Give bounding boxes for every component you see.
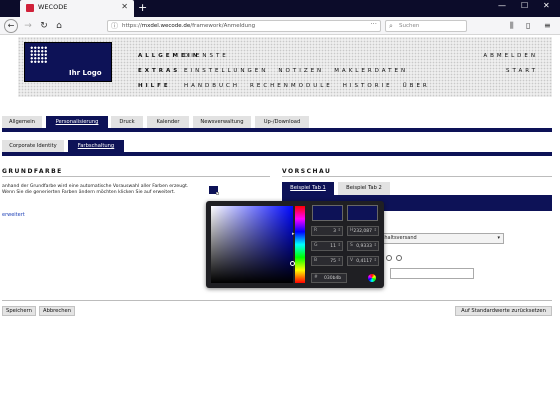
reset-defaults-button[interactable]: Auf Standardwerte zurücksetzen	[455, 306, 552, 316]
preview-select[interactable]: ...shaltsversand ▾	[372, 233, 504, 244]
library-icon[interactable]: ⫼	[510, 21, 514, 31]
preview-radio-2[interactable]	[396, 255, 402, 261]
section-title-grundfarbe: GRUNDFARBE	[2, 168, 63, 175]
red-field[interactable]: R 3 ⇕	[311, 226, 343, 236]
menu-row-extras: EXTRAS EINSTELLUNGEN NOTIZEN MAKLERDATEN	[138, 68, 418, 74]
value-field[interactable]: V 0,4117 ⇕	[347, 256, 379, 266]
spinner-icon[interactable]: ⇕	[338, 227, 341, 232]
chevron-down-icon: ▾	[497, 235, 500, 241]
menu-item-start[interactable]: START	[506, 68, 538, 74]
menu-item-dienste[interactable]: DIENSTE	[184, 53, 229, 59]
blue-field[interactable]: B 75 ⇕	[311, 256, 343, 266]
page-actions-icon[interactable]: ···	[370, 20, 377, 28]
new-tab-icon[interactable]: +	[138, 1, 147, 14]
menu-row-allgemein: ALLGEMEINDIENSTE	[138, 53, 239, 59]
forward-icon[interactable]: →	[21, 19, 35, 33]
search-placeholder: Suchen	[399, 23, 420, 29]
menu-item-abmelden[interactable]: ABMELDEN	[483, 53, 538, 59]
tab-title: WECODE	[38, 3, 68, 11]
tab-corporate-identity[interactable]: Corporate Identity	[2, 140, 64, 152]
search-bar[interactable]: ⌕ Suchen	[385, 20, 467, 32]
menu-item-handbuch[interactable]: HANDBUCH	[184, 83, 240, 89]
menu-item-historie[interactable]: HISTORIE	[343, 83, 393, 89]
subtabs-divider	[2, 152, 552, 156]
menu-item-maklerdaten[interactable]: MAKLERDATEN	[334, 68, 408, 74]
reload-icon[interactable]: ↻	[37, 19, 51, 33]
menu-row-hilfe: HILFE HANDBUCH RECHENMODULE HISTORIE ÜBER	[138, 83, 440, 89]
site-favicon-icon	[26, 4, 34, 12]
back-icon[interactable]: ←	[4, 19, 18, 33]
hash-icon: #	[314, 275, 318, 280]
minimize-icon[interactable]: —	[498, 1, 506, 10]
saturation-value-area[interactable]	[211, 206, 295, 283]
tab-up-download[interactable]: Up-/Download	[255, 116, 309, 128]
save-button[interactable]: Speichern	[2, 306, 36, 316]
sidebar-icon[interactable]: ▯	[526, 21, 530, 30]
section-divider	[2, 176, 270, 177]
preview-radio-1[interactable]	[386, 255, 392, 261]
tab-allgemein[interactable]: Allgemein	[2, 116, 42, 128]
menu-item-notizen[interactable]: NOTIZEN	[278, 68, 324, 74]
grundfarbe-description: anhand der Grundfarbe wird eine automati…	[2, 184, 189, 195]
spinner-icon[interactable]: ⇕	[338, 257, 341, 262]
preview-tab-1[interactable]: Beispiel Tab 1	[282, 182, 334, 195]
tab-druck[interactable]: Druck	[111, 116, 143, 128]
site-header: Ihr Logo ALLGEMEINDIENSTE ABMELDEN EXTRA…	[18, 37, 552, 97]
saturation-field[interactable]: S 0,9333 ⇕	[347, 241, 379, 251]
url-bar[interactable]: ⓘ https://mxdel.wecode.de/framework/Anme…	[107, 20, 381, 32]
hex-field[interactable]: # 030b4b	[311, 273, 347, 283]
tabs-divider	[2, 128, 552, 132]
menu-item-rechenmodule[interactable]: RECHENMODULE	[250, 83, 333, 89]
hue-slider[interactable]	[295, 206, 305, 283]
maximize-icon[interactable]: ☐	[521, 1, 528, 10]
browser-nav-bar: ← → ↻ ⌂ ⓘ https://mxdel.wecode.de/framew…	[0, 17, 560, 35]
cancel-button[interactable]: Abbrechen	[39, 306, 75, 316]
menu-label: EXTRAS	[138, 68, 181, 74]
company-logo[interactable]: Ihr Logo	[24, 42, 112, 82]
tab-newsverwaltung[interactable]: Newsverwaltung	[193, 116, 251, 128]
info-icon[interactable]: ⓘ	[111, 21, 118, 32]
home-icon[interactable]: ⌂	[52, 19, 66, 33]
close-tab-icon[interactable]: ✕	[121, 2, 128, 11]
close-window-icon[interactable]: ✕	[543, 1, 550, 10]
advanced-link[interactable]: erweitert	[2, 212, 25, 218]
color-picker-popup: ▸ R 3 ⇕ G 11 ⇕ B 75 ⇕ H 232,087 ⇕ S 0,9333 ⇕ V 0,41…	[206, 201, 384, 288]
color-swatch-handle[interactable]	[216, 192, 219, 195]
spinner-icon[interactable]: ⇕	[338, 242, 341, 247]
tab-personalisierung[interactable]: Personalisierung	[46, 116, 108, 128]
spinner-icon[interactable]: ⇕	[374, 227, 377, 232]
hue-marker-icon[interactable]: ▸	[292, 231, 295, 237]
browser-tab-bar: WECODE ✕ + — ☐ ✕	[0, 0, 560, 17]
hue-field[interactable]: H 232,087 ⇕	[347, 226, 379, 236]
logo-grid-icon	[30, 46, 48, 64]
menu-item-ueber[interactable]: ÜBER	[403, 83, 430, 89]
url-text: https://mxdel.wecode.de/framework/Anmeld…	[122, 23, 256, 29]
tab-kalender[interactable]: Kalender	[147, 116, 189, 128]
footer-divider	[2, 300, 552, 301]
spinner-icon[interactable]: ⇕	[374, 257, 377, 262]
green-field[interactable]: G 11 ⇕	[311, 241, 343, 251]
menu-icon[interactable]: ≡	[544, 21, 551, 30]
logo-text: Ihr Logo	[69, 69, 102, 77]
new-color-preview	[347, 205, 378, 221]
menu-item-einstellungen[interactable]: EINSTELLUNGEN	[184, 68, 268, 74]
current-color-preview	[312, 205, 343, 221]
preview-tab-2[interactable]: Beispiel Tab 2	[338, 182, 390, 195]
tab-farbschaltung[interactable]: Farbschaltung	[68, 140, 124, 152]
color-wheel-icon[interactable]	[368, 274, 376, 282]
preview-input[interactable]	[390, 268, 474, 279]
search-icon: ⌕	[389, 22, 393, 30]
menu-label: HILFE	[138, 83, 171, 89]
hex-value: 030b4b	[324, 276, 342, 281]
spinner-icon[interactable]: ⇕	[374, 242, 377, 247]
menu-label: ALLGEMEIN	[138, 53, 201, 59]
section-divider	[282, 176, 552, 177]
browser-tab[interactable]: WECODE ✕	[20, 0, 134, 17]
section-title-vorschau: VORSCHAU	[282, 168, 332, 175]
